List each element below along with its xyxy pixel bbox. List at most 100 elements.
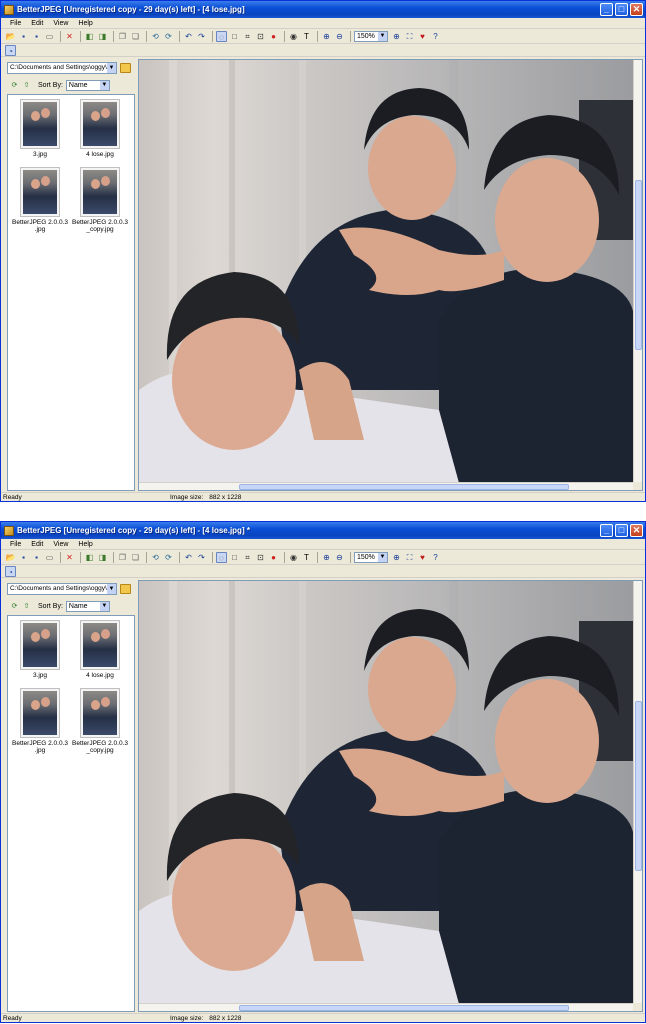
rectangle-select-icon[interactable]: □ bbox=[229, 31, 240, 42]
text-icon[interactable]: T bbox=[301, 552, 312, 563]
maximize-icon[interactable]: □ bbox=[615, 524, 628, 537]
vertical-scroll-thumb[interactable] bbox=[635, 180, 642, 350]
minimize-icon[interactable]: _ bbox=[600, 524, 613, 537]
menu-item-view[interactable]: View bbox=[48, 541, 73, 548]
thumbnail-item[interactable]: BetterJPEG 2.0.0.3 .jpg bbox=[12, 688, 68, 754]
redo-icon[interactable]: ↷ bbox=[196, 552, 207, 563]
redo-icon[interactable]: ↷ bbox=[196, 31, 207, 42]
thumbnail-item[interactable]: 4 lose.jpg bbox=[72, 620, 128, 679]
zoom-select[interactable]: 150% ▼ bbox=[354, 30, 388, 42]
rotate-left-icon[interactable]: ⟲ bbox=[150, 31, 161, 42]
horizontal-scroll-thumb[interactable] bbox=[239, 1005, 569, 1011]
folder-path-select[interactable]: C:\Documents and Settings\oggy\D ▼ bbox=[7, 62, 117, 74]
fit-window-icon[interactable]: ⛶ bbox=[404, 31, 415, 42]
print-icon[interactable]: ▭ bbox=[44, 552, 55, 563]
history-icon[interactable]: ◔ bbox=[5, 565, 16, 577]
close-icon[interactable]: ✕ bbox=[630, 3, 643, 16]
thumbnail-item[interactable]: 3.jpg bbox=[12, 99, 68, 158]
sort-select[interactable]: Name ▼ bbox=[65, 600, 110, 612]
rotate-left-icon[interactable]: ⟲ bbox=[150, 552, 161, 563]
rectangle-select-icon[interactable]: □ bbox=[229, 552, 240, 563]
eye-icon[interactable]: ◉ bbox=[288, 31, 299, 42]
heart-icon[interactable]: ♥ bbox=[417, 31, 428, 42]
zoom-fit-icon[interactable]: ⊕ bbox=[391, 552, 402, 563]
save-as-icon[interactable]: ▪ bbox=[31, 552, 42, 563]
paste-icon[interactable]: ❏ bbox=[130, 31, 141, 42]
menu-item-file[interactable]: File bbox=[5, 20, 26, 27]
help-icon[interactable]: ? bbox=[430, 31, 441, 42]
rotate-right-icon[interactable]: ⟳ bbox=[163, 31, 174, 42]
menu-item-edit[interactable]: Edit bbox=[26, 541, 48, 548]
help-icon[interactable]: ? bbox=[430, 552, 441, 563]
red-eye-icon[interactable]: ● bbox=[268, 552, 279, 563]
browse-folder-icon[interactable] bbox=[120, 584, 131, 594]
fit-window-icon[interactable]: ⛶ bbox=[404, 552, 415, 563]
menu-item-file[interactable]: File bbox=[5, 541, 26, 548]
next-image-icon[interactable]: ◨ bbox=[97, 552, 108, 563]
undo-icon[interactable]: ↶ bbox=[183, 31, 194, 42]
copy-icon[interactable]: ❐ bbox=[117, 31, 128, 42]
menu-item-help[interactable]: Help bbox=[73, 541, 97, 548]
menu-item-view[interactable]: View bbox=[48, 20, 73, 27]
text-icon[interactable]: T bbox=[301, 31, 312, 42]
resize-icon[interactable]: ⊡ bbox=[255, 552, 266, 563]
folder-path-select[interactable]: C:\Documents and Settings\oggy\D ▼ bbox=[7, 583, 117, 595]
menu-item-edit[interactable]: Edit bbox=[26, 20, 48, 27]
thumbnail-image bbox=[83, 102, 117, 146]
delete-icon[interactable]: ✕ bbox=[64, 31, 75, 42]
zoom-in-icon[interactable]: ⊕ bbox=[321, 31, 332, 42]
resize-icon[interactable]: ⊡ bbox=[255, 31, 266, 42]
next-image-icon[interactable]: ◨ bbox=[97, 31, 108, 42]
save-icon[interactable]: ▪ bbox=[18, 31, 29, 42]
red-eye-icon[interactable]: ● bbox=[268, 31, 279, 42]
heart-icon[interactable]: ♥ bbox=[417, 552, 428, 563]
photo-illustration bbox=[139, 581, 634, 1004]
browse-folder-icon[interactable] bbox=[120, 63, 131, 73]
prev-image-icon[interactable]: ◧ bbox=[84, 31, 95, 42]
history-icon[interactable]: ◔ bbox=[5, 44, 16, 56]
crop-icon[interactable]: ⌗ bbox=[242, 552, 253, 563]
prev-image-icon[interactable]: ◧ bbox=[84, 552, 95, 563]
up-folder-icon[interactable]: ⇧ bbox=[22, 81, 31, 90]
zoom-fit-icon[interactable]: ⊕ bbox=[391, 31, 402, 42]
maximize-icon[interactable]: □ bbox=[615, 3, 628, 16]
paste-icon[interactable]: ❏ bbox=[130, 552, 141, 563]
menu-item-help[interactable]: Help bbox=[73, 20, 97, 27]
chevron-down-icon: ▼ bbox=[99, 601, 109, 611]
save-as-icon[interactable]: ▪ bbox=[31, 31, 42, 42]
open-folder-icon[interactable]: 📂 bbox=[5, 31, 16, 42]
vertical-scroll-thumb[interactable] bbox=[635, 701, 642, 871]
open-folder-icon[interactable]: 📂 bbox=[5, 552, 16, 563]
crop-icon[interactable]: ⌗ bbox=[242, 31, 253, 42]
save-icon[interactable]: ▪ bbox=[18, 552, 29, 563]
refresh-icon[interactable]: ⟳ bbox=[10, 81, 19, 90]
copy-icon[interactable]: ❐ bbox=[117, 552, 128, 563]
zoom-out-icon[interactable]: ⊖ bbox=[334, 552, 345, 563]
select-tool-icon[interactable]: ◌ bbox=[216, 30, 227, 42]
vertical-scrollbar[interactable] bbox=[633, 60, 642, 483]
vertical-scrollbar[interactable] bbox=[633, 581, 642, 1004]
print-icon[interactable]: ▭ bbox=[44, 31, 55, 42]
undo-icon[interactable]: ↶ bbox=[183, 552, 194, 563]
thumbnail-item[interactable]: BetterJPEG 2.0.0.3 .jpg bbox=[12, 167, 68, 233]
up-folder-icon[interactable]: ⇧ bbox=[22, 602, 31, 611]
horizontal-scrollbar[interactable] bbox=[139, 1003, 634, 1011]
zoom-select[interactable]: 150% ▼ bbox=[354, 551, 388, 563]
refresh-icon[interactable]: ⟳ bbox=[10, 602, 19, 611]
sort-select[interactable]: Name ▼ bbox=[65, 79, 110, 91]
select-tool-icon[interactable]: ◌ bbox=[216, 551, 227, 563]
thumbnail-item[interactable]: BetterJPEG 2.0.0.3 _copy.jpg bbox=[72, 167, 128, 233]
thumbnail-item[interactable]: BetterJPEG 2.0.0.3 _copy.jpg bbox=[72, 688, 128, 754]
image-size-label: Image size: bbox=[170, 494, 204, 501]
zoom-in-icon[interactable]: ⊕ bbox=[321, 552, 332, 563]
minimize-icon[interactable]: _ bbox=[600, 3, 613, 16]
thumbnail-item[interactable]: 4 lose.jpg bbox=[72, 99, 128, 158]
zoom-out-icon[interactable]: ⊖ bbox=[334, 31, 345, 42]
delete-icon[interactable]: ✕ bbox=[64, 552, 75, 563]
close-icon[interactable]: ✕ bbox=[630, 524, 643, 537]
rotate-right-icon[interactable]: ⟳ bbox=[163, 552, 174, 563]
horizontal-scroll-thumb[interactable] bbox=[239, 484, 569, 490]
horizontal-scrollbar[interactable] bbox=[139, 482, 634, 490]
eye-icon[interactable]: ◉ bbox=[288, 552, 299, 563]
thumbnail-item[interactable]: 3.jpg bbox=[12, 620, 68, 679]
